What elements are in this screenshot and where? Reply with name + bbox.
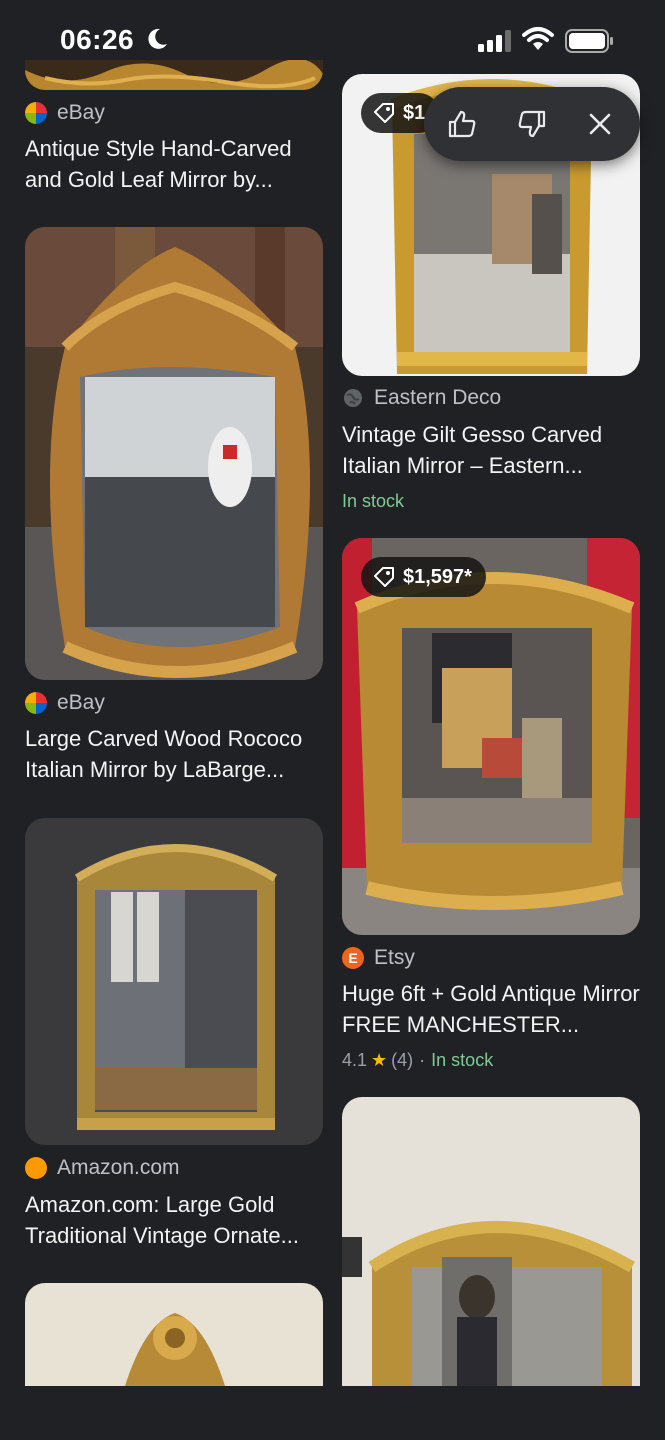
moon-icon	[146, 27, 168, 56]
result-image[interactable]	[25, 60, 323, 90]
bottom-bar	[0, 1386, 665, 1440]
status-time: 06:26	[60, 24, 135, 55]
amazon-icon	[25, 1157, 47, 1179]
stock-status: In stock	[342, 491, 405, 511]
rating-row: 4.1 ★ (4) · In stock	[342, 1050, 493, 1071]
result-image[interactable]	[25, 818, 323, 1145]
result-source[interactable]: E Etsy	[342, 946, 415, 970]
result-source[interactable]: Amazon.com	[25, 1156, 180, 1180]
result-source[interactable]: Eastern Deco	[342, 386, 501, 410]
wifi-icon	[522, 26, 554, 57]
close-icon[interactable]	[580, 104, 620, 144]
result-image[interactable]	[25, 227, 323, 680]
separator: ·	[419, 1050, 426, 1070]
review-count: (4)	[391, 1050, 414, 1070]
price-tag: $1,597*	[361, 557, 486, 597]
ebay-icon	[25, 102, 47, 124]
result-title[interactable]: Large Carved Wood Rococo Italian Mirror …	[25, 723, 325, 785]
thumbs-up-icon[interactable]	[442, 104, 482, 144]
etsy-icon: E	[342, 947, 364, 969]
tag-icon	[374, 103, 394, 123]
feedback-popup	[424, 87, 640, 161]
result-title[interactable]: Antique Style Hand-Carved and Gold Leaf …	[25, 133, 325, 195]
result-title[interactable]: Amazon.com: Large Gold Traditional Vinta…	[25, 1189, 325, 1251]
globe-icon	[342, 387, 364, 409]
result-image[interactable]	[342, 1097, 640, 1386]
star-icon: ★	[371, 1050, 388, 1070]
result-image[interactable]	[342, 538, 640, 935]
ebay-icon	[25, 692, 47, 714]
rating-value: 4.1	[342, 1050, 368, 1070]
signal-icon	[478, 30, 512, 57]
tag-icon	[374, 567, 394, 587]
result-image[interactable]	[25, 1283, 323, 1386]
result-title[interactable]: Vintage Gilt Gesso Carved Italian Mirror…	[342, 419, 642, 481]
stock-status: In stock	[431, 1050, 494, 1070]
result-source[interactable]: eBay	[25, 101, 105, 125]
result-source[interactable]: eBay	[25, 691, 105, 715]
thumbs-down-icon[interactable]	[512, 104, 552, 144]
result-title[interactable]: Huge 6ft + Gold Antique Mirror FREE MANC…	[342, 978, 642, 1040]
battery-icon	[565, 29, 615, 58]
